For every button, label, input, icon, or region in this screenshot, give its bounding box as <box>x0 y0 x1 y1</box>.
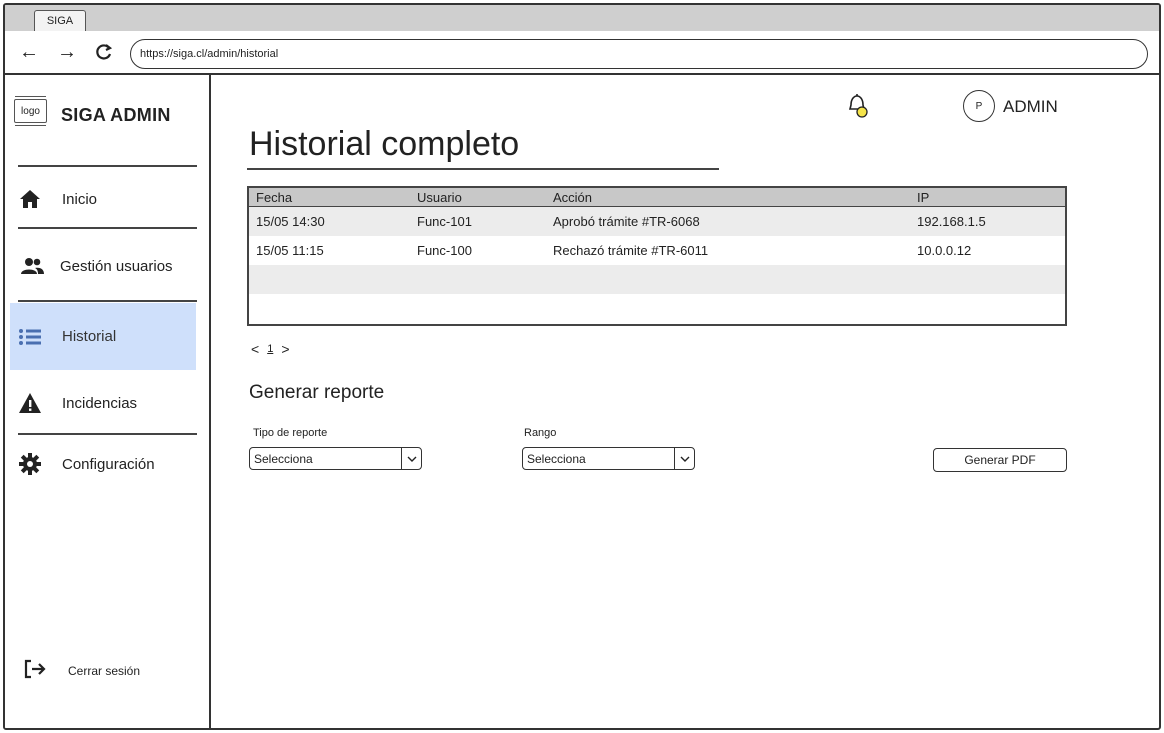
brand-name: SIGA ADMIN <box>61 105 171 125</box>
cell-usuario: Func-100 <box>417 243 472 258</box>
chevron-down-icon <box>401 448 421 469</box>
page-title: Historial completo <box>249 125 520 163</box>
chevron-down-icon <box>674 448 694 469</box>
logo: logo <box>14 96 47 126</box>
bell-icon[interactable] <box>843 91 873 121</box>
column-header-ip: IP <box>917 189 930 205</box>
sidebar: logo SIGA ADMIN Inicio Gestión usuarios … <box>5 75 211 728</box>
column-header-accion: Acción <box>553 189 593 205</box>
cell-accion: Rechazó trámite #TR-6011 <box>553 243 709 258</box>
range-value: Selecciona <box>527 451 586 466</box>
avatar[interactable]: P <box>963 90 995 122</box>
sidebar-item-gestion-usuarios[interactable]: Gestión usuarios <box>10 245 196 287</box>
reload-icon[interactable] <box>94 42 114 62</box>
table-row[interactable]: 15/05 14:30 Func-101 Aprobó trámite #TR-… <box>249 207 1065 236</box>
warning-icon <box>18 392 42 414</box>
sidebar-item-label: Incidencias <box>62 394 138 412</box>
sidebar-item-historial[interactable]: Historial <box>10 303 196 370</box>
table-header: Fecha Usuario Acción IP <box>249 188 1065 207</box>
report-type-value: Selecciona <box>254 451 313 466</box>
sidebar-divider <box>18 300 197 302</box>
sidebar-divider <box>18 227 197 229</box>
sidebar-item-label: Configuración <box>62 455 155 473</box>
cell-ip: 10.0.0.12 <box>917 243 972 258</box>
sidebar-item-label: Gestión usuarios <box>60 257 173 275</box>
list-icon <box>18 326 42 348</box>
next-page-button[interactable]: > <box>281 341 289 357</box>
generate-pdf-button[interactable]: Generar PDF <box>933 448 1067 472</box>
home-icon <box>18 188 42 210</box>
report-type-select[interactable]: Selecciona <box>249 447 422 470</box>
logout-label: Cerrar sesión <box>68 663 141 678</box>
column-header-usuario: Usuario <box>417 189 462 205</box>
sidebar-divider <box>18 433 197 435</box>
page-number[interactable]: 1 <box>267 343 273 355</box>
sidebar-item-label: Inicio <box>62 190 98 208</box>
table-row-empty <box>249 265 1065 294</box>
main-content: P ADMIN Historial completo Fecha Usuario… <box>211 75 1159 728</box>
sidebar-item-configuracion[interactable]: Configuración <box>10 443 196 485</box>
sidebar-divider <box>18 165 197 167</box>
user-label: ADMIN <box>1003 97 1058 116</box>
tab-bar: SIGA <box>5 5 1159 31</box>
url-bar[interactable]: https://siga.cl/admin/historial <box>130 39 1148 69</box>
report-type-label: Tipo de reporte <box>253 427 328 439</box>
users-icon <box>20 255 44 277</box>
logout-icon <box>23 659 47 682</box>
cell-accion: Aprobó trámite #TR-6068 <box>553 214 700 229</box>
cell-ip: 192.168.1.5 <box>917 214 986 229</box>
sidebar-item-inicio[interactable]: Inicio <box>10 178 196 220</box>
table-row-empty <box>249 294 1065 323</box>
history-table: Fecha Usuario Acción IP 15/05 14:30 Func… <box>247 186 1067 326</box>
cell-fecha: 15/05 14:30 <box>256 214 325 229</box>
browser-window: SIGA ← → https://siga.cl/admin/historial… <box>3 3 1161 730</box>
browser-tab[interactable]: SIGA <box>34 10 86 31</box>
sidebar-item-label: Historial <box>62 328 117 345</box>
range-select[interactable]: Selecciona <box>522 447 695 470</box>
browser-toolbar: ← → https://siga.cl/admin/historial <box>5 31 1159 75</box>
gear-icon <box>18 453 42 475</box>
report-section-title: Generar reporte <box>249 382 385 403</box>
prev-page-button[interactable]: < <box>251 341 259 357</box>
logout-button[interactable]: Cerrar sesión <box>23 659 140 682</box>
sidebar-item-incidencias[interactable]: Incidencias <box>10 382 196 424</box>
column-header-fecha: Fecha <box>256 189 293 205</box>
cell-usuario: Func-101 <box>417 214 472 229</box>
range-label: Rango <box>524 427 557 439</box>
cell-fecha: 15/05 11:15 <box>256 243 324 258</box>
title-underline <box>247 168 719 170</box>
forward-icon[interactable]: → <box>57 42 77 62</box>
table-row[interactable]: 15/05 11:15 Func-100 Rechazó trámite #TR… <box>249 236 1065 265</box>
pagination: < 1 > <box>251 341 290 357</box>
back-icon[interactable]: ← <box>19 42 39 62</box>
